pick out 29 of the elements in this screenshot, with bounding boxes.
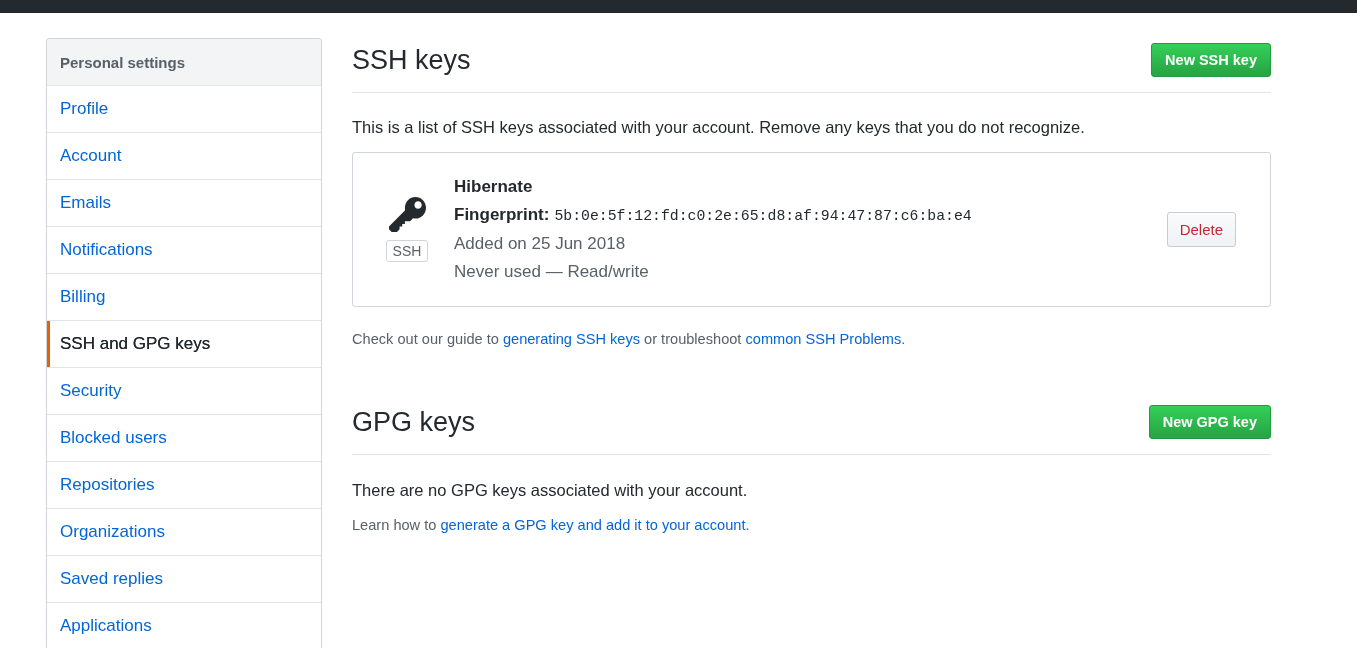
section-title: SSH keys	[352, 44, 471, 77]
key-name: Hibernate	[454, 176, 534, 198]
help-text: Check out our guide to generating SSH keys or troubleshoot common SSH Problems.	[352, 330, 907, 349]
sidebar-item[interactable]: Emails	[47, 179, 321, 226]
sidebar-heading: Personal settings	[47, 39, 321, 85]
empty-message: There are no GPG keys associated with your account.	[352, 480, 749, 501]
sidebar-item[interactable]: Saved replies	[47, 555, 321, 602]
key-usage: Never used — Read/write	[454, 261, 650, 283]
sidebar-item[interactable]: Notifications	[47, 226, 321, 273]
added-date: Added on 25 Jun 2018	[454, 233, 627, 255]
sidebar-item[interactable]: Billing	[47, 273, 321, 320]
sidebar-item[interactable]: Blocked users	[47, 414, 321, 461]
key-icon	[388, 197, 426, 232]
key-type-badge: SSH	[385, 240, 429, 262]
fingerprint-label: Fingerprint:	[454, 205, 550, 224]
sidebar-item[interactable]: Profile	[47, 85, 321, 132]
help-text: Learn how to generate a GPG key and add it to your account.	[352, 516, 751, 535]
sidebar-item[interactable]: Security	[47, 367, 321, 414]
sidebar-item[interactable]: Organizations	[47, 508, 321, 555]
description-text: This is a list of SSH keys associated with your account. Remove any keys that you do not recognize.	[352, 117, 1086, 138]
help-link[interactable]: generate a GPG key and add it to your account	[440, 517, 746, 533]
help-link[interactable]: generating SSH keys	[502, 331, 640, 347]
sidebar-item[interactable]: Repositories	[47, 461, 321, 508]
sidebar-item[interactable]: Applications	[47, 602, 321, 648]
section-title: GPG keys	[352, 406, 476, 439]
delete-button[interactable]: Delete	[1166, 212, 1236, 247]
sidebar-item[interactable]: SSH and GPG keys	[47, 320, 321, 367]
fingerprint-value: 5b:0e:5f:12:fd:c0:2e:65:d8:af:94:47:87:c6:ba:e4	[554, 208, 972, 224]
sidebar-item[interactable]: Account	[47, 132, 321, 179]
